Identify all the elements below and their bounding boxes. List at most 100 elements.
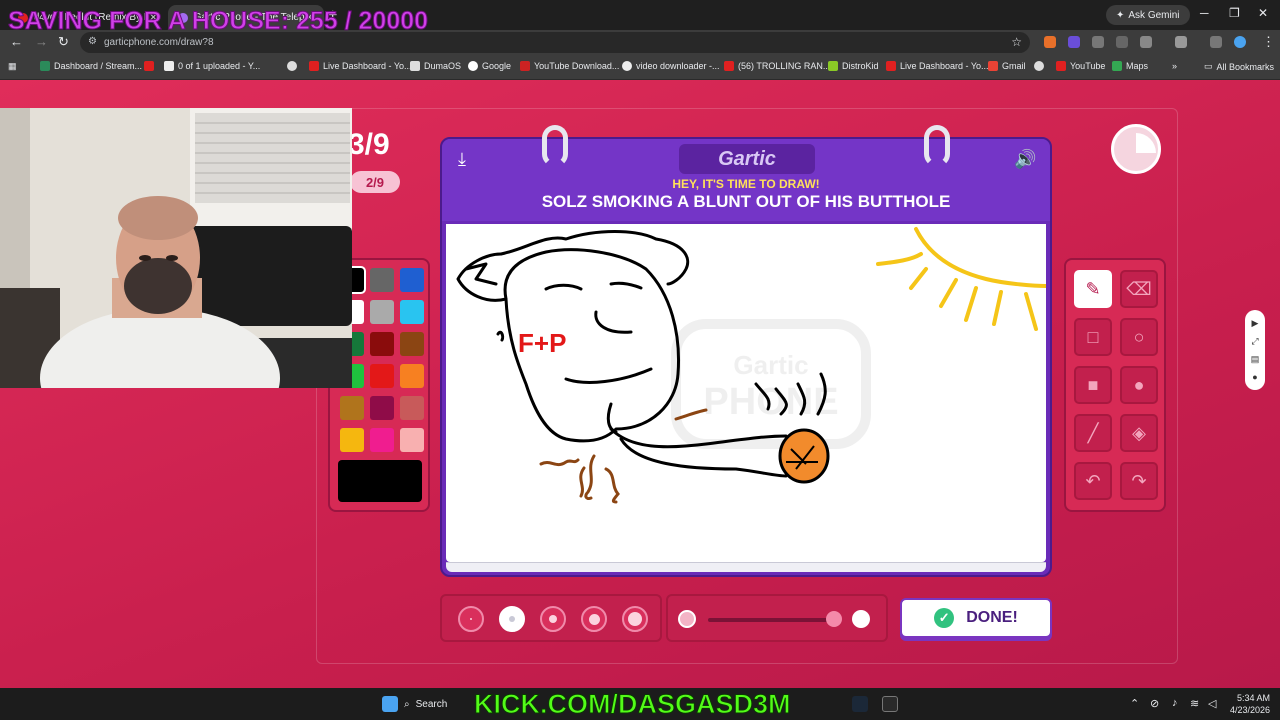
taskbar-search[interactable]: ⌕ Search xyxy=(404,694,474,714)
brush-size-3[interactable] xyxy=(540,606,566,632)
bookmark-item[interactable] xyxy=(144,61,154,71)
bookmark-item[interactable]: 0 of 1 uploaded - Y... xyxy=(164,61,260,71)
bucket-icon[interactable]: ◈ xyxy=(1120,414,1158,452)
line-icon[interactable]: ╱ xyxy=(1074,414,1112,452)
circle-filled-icon[interactable]: ● xyxy=(1120,366,1158,404)
bookmark-item[interactable]: video downloader -... xyxy=(622,61,720,71)
timer-icon xyxy=(1111,124,1161,174)
bookmark-item[interactable]: Google xyxy=(468,61,511,71)
done-button[interactable]: ✓ DONE! xyxy=(900,598,1052,638)
media-icon[interactable] xyxy=(1175,36,1187,48)
menu-icon[interactable]: ⋮ xyxy=(1262,34,1275,50)
bookmark-label: YouTube Download... xyxy=(534,61,620,71)
extension-icon[interactable] xyxy=(1044,36,1056,48)
extension-icon[interactable] xyxy=(1092,36,1104,48)
color-swatch[interactable] xyxy=(400,396,424,420)
board-footer xyxy=(446,562,1046,572)
circle-outline-icon[interactable]: ○ xyxy=(1120,318,1158,356)
bookmark-label: DumaOS xyxy=(424,61,462,71)
done-label: DONE! xyxy=(966,609,1018,626)
rectangle-filled-icon[interactable]: ■ xyxy=(1074,366,1112,404)
site-info-icon[interactable]: ⚙ xyxy=(88,36,97,47)
color-swatch[interactable] xyxy=(400,428,424,452)
bookmark-item[interactable]: Gmail xyxy=(988,61,1026,71)
bookmark-item[interactable]: Live Dashboard - Yo... xyxy=(886,61,989,71)
undo-icon[interactable]: ↶ xyxy=(1074,462,1112,500)
sound-icon[interactable]: 🔊 xyxy=(1014,149,1036,170)
network-icon[interactable]: ⊘ xyxy=(1150,697,1159,710)
bookmark-item[interactable]: YouTube Download... xyxy=(520,61,619,71)
extensions-puzzle-icon[interactable] xyxy=(1140,36,1152,48)
google-icon xyxy=(468,61,478,71)
wifi-icon[interactable]: ≋ xyxy=(1190,697,1199,710)
bookmark-label: Gmail xyxy=(1002,61,1026,71)
brush-size-1[interactable] xyxy=(458,606,484,632)
opacity-slider[interactable] xyxy=(666,594,888,642)
reload-icon[interactable]: ↻ xyxy=(58,34,69,50)
bookmark-item[interactable]: DumaOS xyxy=(410,61,461,71)
extension-icon[interactable] xyxy=(1116,36,1128,48)
epic-games-icon[interactable] xyxy=(882,696,898,712)
bookmark-item[interactable] xyxy=(1034,61,1044,71)
color-swatch[interactable] xyxy=(400,332,424,356)
bookmark-star-icon[interactable]: ☆ xyxy=(1011,35,1022,49)
color-swatch[interactable] xyxy=(370,396,394,420)
chat-icon[interactable]: ▤ xyxy=(1251,354,1260,365)
color-swatch[interactable] xyxy=(370,300,394,324)
brush-size-4[interactable] xyxy=(581,606,607,632)
back-icon[interactable]: ← xyxy=(10,34,23,49)
apps-icon[interactable]: ▦ xyxy=(8,61,17,72)
steam-icon[interactable] xyxy=(852,696,868,712)
mic-tray-icon[interactable]: ♪ xyxy=(1172,697,1178,709)
windows-start-icon[interactable] xyxy=(382,696,398,712)
restore-icon[interactable]: ❐ xyxy=(1229,6,1240,20)
bookmark-item[interactable]: Maps xyxy=(1112,61,1148,71)
bookmark-item[interactable] xyxy=(287,61,297,71)
close-window-icon[interactable]: ✕ xyxy=(1258,6,1268,20)
eraser-icon[interactable]: ⌫ xyxy=(1120,270,1158,308)
bookmark-item[interactable]: Live Dashboard - Yo... xyxy=(309,61,412,71)
play-icon[interactable]: ▶ xyxy=(1252,318,1259,329)
color-swatch[interactable] xyxy=(400,300,424,324)
opacity-track[interactable] xyxy=(708,618,838,622)
color-swatch[interactable] xyxy=(340,428,364,452)
download-icon[interactable]: ⤓ xyxy=(458,149,466,170)
more-bookmarks-icon[interactable]: » xyxy=(1172,61,1177,71)
opacity-handle[interactable] xyxy=(826,611,842,627)
bookmark-item[interactable]: Dashboard / Stream... xyxy=(40,61,142,71)
drawing-canvas[interactable]: Gartic PHONE F+P xyxy=(446,224,1046,562)
color-swatch[interactable] xyxy=(370,332,394,356)
redo-icon[interactable]: ↷ xyxy=(1120,462,1158,500)
goal-overlay: SAVING FOR A HOUSE: 255 / 20000 xyxy=(7,7,429,36)
all-bookmarks-button[interactable]: ▭ All Bookmarks xyxy=(1204,61,1274,72)
bookmark-item[interactable]: DistroKid xyxy=(828,61,879,71)
color-swatch[interactable] xyxy=(340,396,364,420)
check-icon: ✓ xyxy=(934,608,955,628)
reading-list-icon[interactable] xyxy=(1210,36,1222,48)
volume-icon[interactable]: ◁ xyxy=(1208,697,1216,710)
clock-date: 4/23/2026 xyxy=(1229,705,1270,715)
color-swatch[interactable] xyxy=(370,428,394,452)
bookmark-item[interactable]: (56) TROLLING RAN... xyxy=(724,61,830,71)
color-swatch[interactable] xyxy=(370,268,394,292)
ask-gemini-button[interactable]: ✦ Ask Gemini xyxy=(1106,5,1190,25)
color-swatch[interactable] xyxy=(400,364,424,388)
mic-icon[interactable]: ● xyxy=(1252,372,1257,382)
color-swatch[interactable] xyxy=(400,268,424,292)
floating-side-toolbar: ▶ ⤢ ▤ ● xyxy=(1245,310,1265,390)
forward-icon[interactable]: → xyxy=(35,34,48,49)
bookmark-label: Dashboard / Stream... xyxy=(54,61,143,71)
expand-icon[interactable]: ⤢ xyxy=(1251,336,1258,347)
rectangle-outline-icon[interactable]: □ xyxy=(1074,318,1112,356)
profile-avatar-icon[interactable] xyxy=(1234,36,1246,48)
tray-chevron-icon[interactable]: ⌃ xyxy=(1130,697,1139,710)
color-swatch[interactable] xyxy=(370,364,394,388)
brush-size-2[interactable] xyxy=(499,606,525,632)
bookmark-label: Maps xyxy=(1126,61,1149,71)
extension-icon[interactable] xyxy=(1068,36,1080,48)
bookmark-item[interactable]: YouTube xyxy=(1056,61,1105,71)
brush-size-5[interactable] xyxy=(622,606,648,632)
pencil-icon[interactable]: ✎ xyxy=(1074,270,1112,308)
minimize-icon[interactable]: ─ xyxy=(1200,6,1209,20)
taskbar-clock[interactable]: 5:34 AM 4/23/2026 xyxy=(1222,692,1270,716)
